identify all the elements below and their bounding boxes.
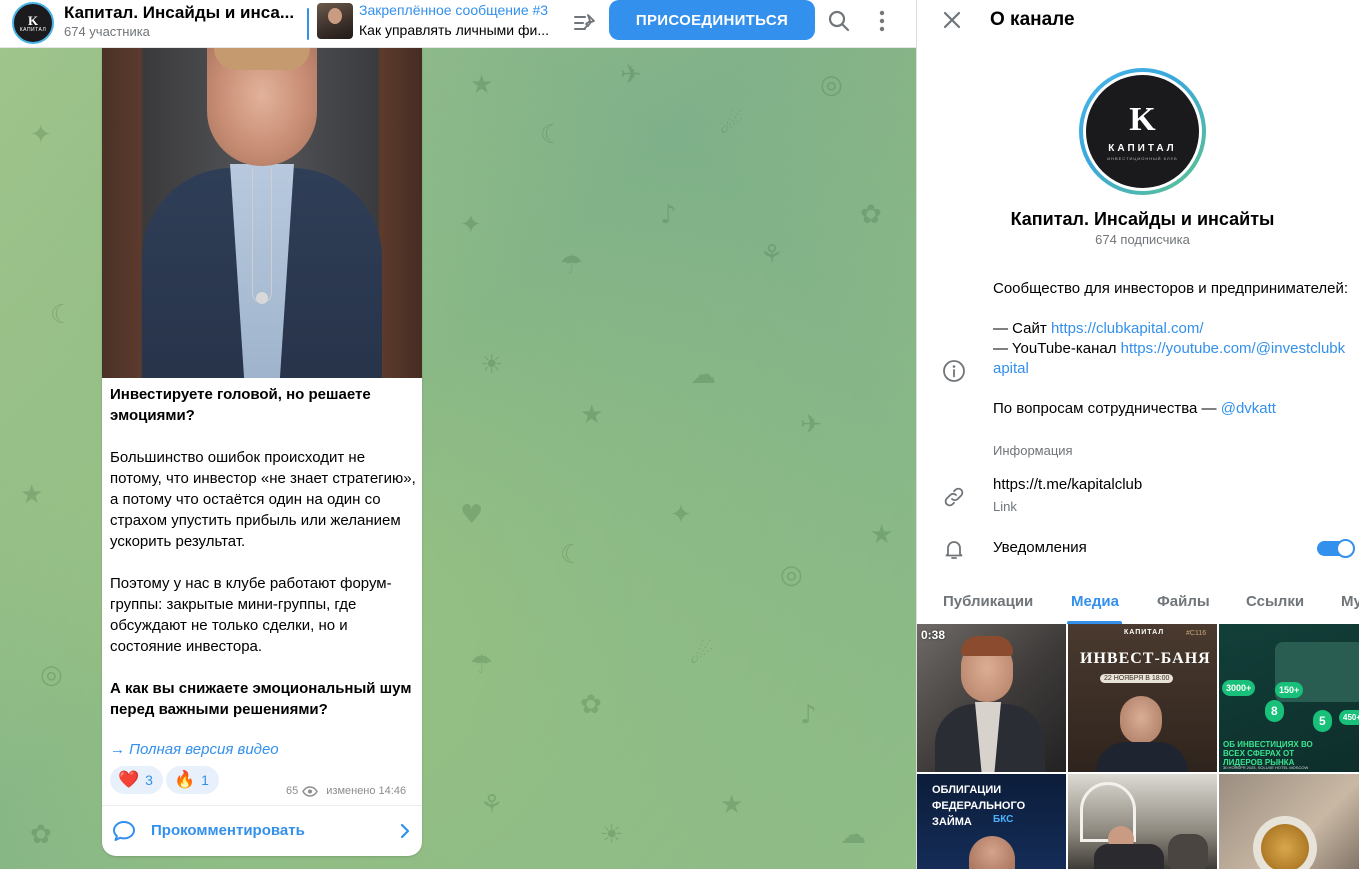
tile-number-3: 8 [1265,700,1284,722]
tab-music[interactable]: Му [1341,593,1359,610]
message-text: Инвестируете головой, но решаете эмоциям… [110,384,416,741]
tab-media[interactable]: Медиа [1071,593,1119,610]
view-count: 65 [286,785,299,797]
pinned-thumbnail[interactable] [317,3,353,39]
close-icon[interactable] [941,9,963,31]
tile-footer: 30 НОЯБРЯ 2025, SOLUXE HOTEL MOSCOW [1223,765,1309,770]
channel-avatar[interactable]: K КАПИТАЛ [12,2,54,44]
search-icon[interactable] [826,8,852,34]
pinned-title[interactable]: Закреплённое сообщение #3 [359,2,548,18]
description-intro: Сообщество для инвесторов и предпринимат… [993,280,1349,297]
eye-icon [302,785,319,797]
tile-number-4: 5 [1313,710,1332,732]
message-paragraph-1: Большинство ошибок происходит не потому,… [110,449,416,550]
site-link[interactable]: https://clubkapital.com/ [1051,320,1204,337]
tile-bonds-text: ОБЛИГАЦИИ ФЕДЕРАЛЬНОГО ЗАЙМА [932,784,1026,828]
member-count: 674 участника [64,24,150,39]
link-icon [942,485,966,509]
pinned-text[interactable]: Как управлять личными фи... [359,22,553,38]
media-tile-coin[interactable] [1219,774,1359,869]
message-paragraph-2: Поэтому у нас в клубе работают форум-гру… [110,575,392,655]
coop-link[interactable]: @dvkatt [1221,400,1276,417]
fire-icon: 🔥 [174,770,196,789]
reaction-heart[interactable]: ❤️ 3 [110,766,163,794]
site-prefix: — Сайт [993,320,1051,337]
tile-number-2: 150+ [1275,682,1304,698]
more-options-icon[interactable] [870,8,894,34]
tab-publications[interactable]: Публикации [943,593,1033,610]
subscriber-count: 674 подписчика [1095,232,1190,247]
notifications-label: Уведомления [993,539,1087,556]
edited-time: изменено 14:46 [326,785,407,797]
logo-tagline: ИНВЕСТИЦИОННЫЙ КЛУБ [1107,155,1178,161]
chevron-right-icon [398,822,412,840]
channel-description: Сообщество для инвесторов и предпринимат… [993,279,1353,419]
channel-link[interactable]: https://t.me/kapitalclub [993,476,1142,493]
chat-header: K КАПИТАЛ Капитал. Инсайды и инса... 674… [0,0,916,48]
avatar-text: КАПИТАЛ [19,26,47,33]
heart-icon: ❤️ [118,770,140,789]
tile-title: ИНВЕСТ-БАНЯ [1080,650,1211,667]
media-tile-bonds[interactable]: ОБЛИГАЦИИ ФЕДЕРАЛЬНОГО ЗАЙМА БКС [917,774,1066,869]
media-tile-forum[interactable]: 3000+ 150+ 8 5 450+ ОБ ИНВЕСТИЦИЯХ ВО ВС… [1219,624,1359,772]
pinned-list-icon[interactable] [572,10,598,36]
pinned-indicator [307,8,309,40]
tab-links[interactable]: Ссылки [1246,593,1304,610]
logo-brand: КАПИТАЛ [1108,142,1177,154]
message-bubble: Инвестируете головой, но решаете эмоциям… [102,48,422,856]
message-title: Инвестируете головой, но решаете эмоциям… [110,386,371,424]
link-caption: Link [993,499,1017,514]
tile-brand: КАПИТАЛ [1124,629,1165,636]
tile-number-5: 450+ [1339,710,1359,725]
coop-prefix: По вопросам сотрудничества — [993,400,1221,417]
tab-files[interactable]: Файлы [1157,593,1210,610]
info-icon [942,359,966,383]
comment-button[interactable]: Прокомментировать [102,805,422,856]
youtube-prefix: — YouTube-канал [993,340,1121,357]
tile-date: 22 НОЯБРЯ В 18:00 [1100,674,1174,683]
media-grid: 0:38 КАПИТАЛ #С116 ИНВЕСТ-БАНЯ 22 НОЯБРЯ… [917,624,1359,869]
video-duration: 0:38 [921,628,946,642]
media-tile-banya[interactable]: КАПИТАЛ #С116 ИНВЕСТ-БАНЯ 22 НОЯБРЯ В 18… [1068,624,1217,772]
video-preview[interactable] [102,48,422,378]
reaction-count: 3 [145,772,153,788]
bell-icon [942,537,966,561]
message-meta: 65 изменено 14:46 [286,785,406,797]
description-caption: Информация [993,443,1073,458]
media-tabs: Публикации Медиа Файлы Ссылки Му [917,579,1359,624]
tile-caption: ОБ ИНВЕСТИЦИЯХ ВО ВСЕХ СФЕРАХ ОТ ЛИДЕРОВ… [1223,740,1313,767]
avatar-letter: K [27,12,39,28]
panel-title: О канале [990,9,1075,30]
tile-bonds-brand: БКС [993,814,1014,825]
full-video-link[interactable]: → Полная версия видео [110,741,279,758]
channel-title[interactable]: Капитал. Инсайды и инса... [64,3,300,23]
notifications-toggle[interactable] [1317,539,1355,558]
media-tile-video[interactable]: 0:38 [917,624,1066,772]
join-button[interactable]: ПРИСОЕДИНИТЬСЯ [609,0,815,40]
channel-logo[interactable]: K КАПИТАЛ ИНВЕСТИЦИОННЫЙ КЛУБ [1079,68,1206,195]
chat-area: ★ ☾ ✈ ☄ ◎ ✦ ☂ ♪ ⚘ ✿ ☀ ★ ☁ ✈ ♥ ☾ ✦ ◎ ★ ☂ ✿ ☄ ♪ ⚘ ☀ ★ ☁… [0,0,916,869]
logo-letter: K [1129,100,1156,138]
media-tile-meeting[interactable] [1068,774,1217,869]
channel-info-panel: О канале K КАПИТАЛ ИНВЕСТИЦИОННЫЙ КЛУБ К… [916,0,1359,869]
message-question: А как вы снижаете эмоциональный шум пере… [110,680,412,718]
comment-label: Прокомментировать [151,822,305,839]
tile-tag: #С116 [1186,630,1207,637]
comment-icon [112,820,136,842]
reaction-count: 1 [201,772,209,788]
channel-name: Капитал. Инсайды и инсайты [1010,209,1275,229]
reaction-fire[interactable]: 🔥 1 [166,766,219,794]
tile-number-1: 3000+ [1222,680,1256,696]
